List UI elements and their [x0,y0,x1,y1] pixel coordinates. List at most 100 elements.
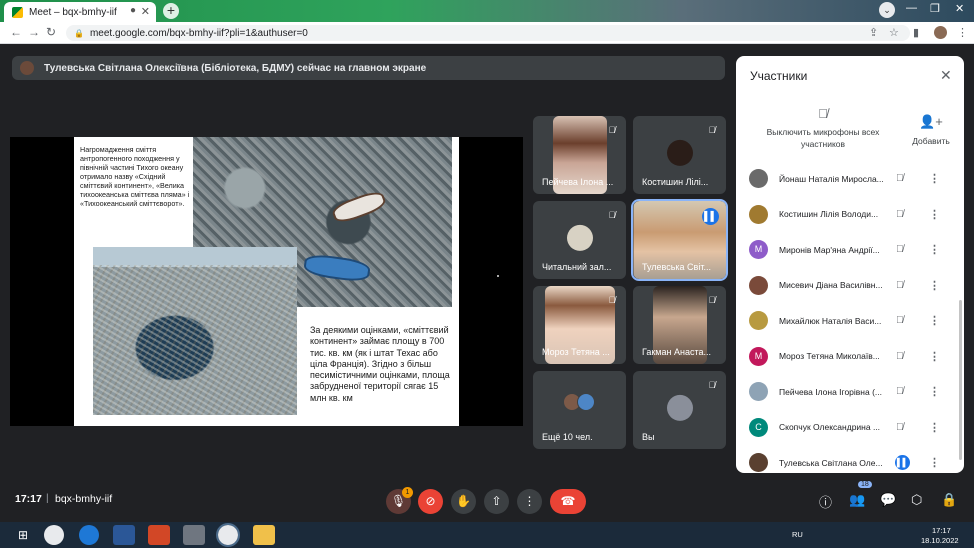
chrome-icon[interactable] [44,525,64,545]
presentation-slide: Нагромадження сміття антропогенного похо… [74,137,459,426]
new-tab-button[interactable]: + [163,3,179,19]
url-field[interactable]: 🔒 meet.google.com/bqx-bmhy-iif?pli=1&aut… [66,25,910,41]
camera-off-button[interactable]: ⊘ [418,489,443,514]
participant-tile-active-speaker[interactable]: ▌▌ Тулевська Світ... [631,199,728,281]
clock-date: 18.10.2022 [921,536,959,545]
more-options-button[interactable]: ⋮ [517,489,542,514]
participant-row[interactable]: Пейчева Ілона Ігорівна (... 🎙̸ ⋮ [736,374,964,410]
meeting-time: 17:17 [15,493,42,505]
camera-icon: ● [129,5,136,16]
participant-tile[interactable]: 🎙̸ Мороз Тетяна ... [533,286,626,364]
reload-icon[interactable]: ↻ [46,25,56,39]
lock-icon: 🔒 [74,28,84,38]
panel-title: Участники [750,69,808,83]
more-options-icon[interactable]: ⋮ [929,314,940,327]
browser-tab[interactable]: Meet – bqx-bmhy-iif ● ✕ [4,2,156,22]
bookmark-star-icon[interactable]: ☆ [889,26,899,39]
more-options-icon[interactable]: ⋮ [929,456,940,469]
participant-row[interactable]: Тулевська Світлана Оле... ▌▌ ⋮ [736,445,964,473]
mic-off-icon: 🎙̸ [608,210,616,220]
slide-text-1: Нагромадження сміття антропогенного похо… [80,145,190,208]
speaking-indicator-icon: ▌▌ [895,455,910,471]
maximize-icon[interactable]: ❐ [930,2,940,15]
self-tile[interactable]: 🎙̸ Вы [633,371,726,449]
mic-off-icon: 🎙̸ [896,244,904,256]
more-participants-tile[interactable]: Ещё 10 чел. [533,371,626,449]
add-people-button[interactable]: 👤+ Добавить [906,114,956,146]
tab-search-icon[interactable]: ⌄ [879,2,895,18]
info-icon[interactable]: ⓘ [819,492,832,511]
host-controls-icon[interactable]: 🔒 [941,492,957,508]
more-options-icon[interactable]: ⋮ [929,350,940,363]
more-options-icon[interactable]: ⋮ [929,172,940,185]
address-toolbar: ← → ↻ 🔒 meet.google.com/bqx-bmhy-iif?pli… [0,22,974,44]
mute-all-button[interactable]: 🎙̸ Выключить микрофоны всех участников [748,107,898,150]
participant-avatar: M [749,240,768,260]
profile-avatar[interactable] [934,26,947,39]
more-options-icon[interactable]: ⋮ [929,385,940,398]
more-options-icon[interactable]: ⋮ [929,421,940,434]
more-options-icon[interactable]: ⋮ [929,208,940,221]
presenter-avatar [20,61,34,75]
participant-avatar [749,311,768,331]
more-options-icon[interactable]: ⋮ [929,243,940,256]
minimize-icon[interactable]: — [906,2,917,14]
participant-row[interactable]: Костишин Лілія Володи... 🎙̸ ⋮ [736,197,964,233]
people-icon[interactable]: 👥 [849,492,865,508]
mic-off-icon: 🎙̸ [896,279,904,291]
back-icon[interactable]: ← [10,25,22,39]
mic-warning-badge: 1 [402,487,413,498]
more-options-icon[interactable]: ⋮ [929,279,940,292]
banner-text: Тулевська Світлана Олексіївна (Бібліотек… [44,62,427,74]
participant-avatar: M [749,346,768,366]
participant-name: Гакман Анаста... [642,347,711,357]
participant-row[interactable]: Йонаш Наталія Миросла... 🎙̸ ⋮ [736,161,964,197]
tab-close-icon[interactable]: ✕ [141,5,150,18]
activities-icon[interactable]: ⬡ [911,492,922,508]
present-icon: ⇧ [491,494,502,508]
window-close-icon[interactable]: ✕ [955,2,964,15]
chat-icon[interactable]: 💬 [880,492,896,508]
participant-name: Пейчева Ілона ... [542,177,614,187]
participant-name: Читальний зал... [542,262,612,272]
powerpoint-icon[interactable] [148,525,170,545]
participant-row-name: Мисевич Діана Василівн... [779,280,883,291]
forward-icon[interactable]: → [28,25,40,39]
language-indicator[interactable]: RU [792,530,803,539]
participant-avatar [666,139,693,166]
participant-row-name: Йонаш Наталія Миросла... [779,173,884,184]
leave-call-button[interactable]: ☎ [550,489,586,514]
participant-row[interactable]: M Мороз Тетяна Миколаїв... 🎙̸ ⋮ [736,339,964,375]
participant-row[interactable]: C Скопчук Олександрина ... 🎙̸ ⋮ [736,410,964,446]
participant-row[interactable]: M Миронів Мар'яна Андрії... 🎙̸ ⋮ [736,232,964,268]
speaking-indicator-icon: ▌▌ [702,208,719,225]
raise-hand-button[interactable]: ✋ [451,489,476,514]
app-icon[interactable] [183,525,205,545]
start-button-icon[interactable]: ⊞ [12,525,34,545]
present-screen-button[interactable]: ⇧ [484,489,509,514]
chrome-active-icon[interactable] [216,523,240,547]
menu-dots-icon[interactable]: ⋮ [957,26,968,39]
meeting-controls-bar: 17:17 | bqx-bmhy-iif 🎙 ⊘ ✋ ⇧ ⋮ ☎ ⓘ 👥 💬 ⬡… [0,478,974,522]
grouped-avatars [563,393,599,413]
mic-off-icon: 🎙̸ [608,125,616,135]
clock-time: 17:17 [932,526,951,535]
panel-close-icon[interactable]: ✕ [940,67,952,84]
participant-tile[interactable]: 🎙̸ Читальний зал... [533,201,626,279]
presenter-banner: Тулевська Світлана Олексіївна (Бібліотек… [12,56,725,80]
ie-icon[interactable] [79,525,99,545]
side-panel-icon[interactable]: ▮ [913,26,919,39]
url-text: meet.google.com/bqx-bmhy-iif?pli=1&authu… [89,27,308,39]
word-icon[interactable] [113,525,135,545]
panel-scrollbar[interactable] [959,300,962,460]
file-explorer-icon[interactable] [253,525,275,545]
participant-tile[interactable]: 🎙̸ Костишин Лілі... [633,116,726,194]
participant-tile[interactable]: 🎙̸ Гакман Анаста... [633,286,726,364]
participant-row[interactable]: Мисевич Діана Василівн... 🎙̸ ⋮ [736,268,964,304]
participant-row[interactable]: Михайлюк Наталія Васи... 🎙̸ ⋮ [736,303,964,339]
separator: | [46,493,49,504]
participant-row-name: Пейчева Ілона Ігорівна (... [779,386,883,397]
share-icon[interactable]: ⇪ [869,26,878,39]
participant-tile[interactable]: 🎙̸ Пейчева Ілона ... [533,116,626,194]
mute-all-label: Выключить микрофоны всех участников [766,127,880,149]
